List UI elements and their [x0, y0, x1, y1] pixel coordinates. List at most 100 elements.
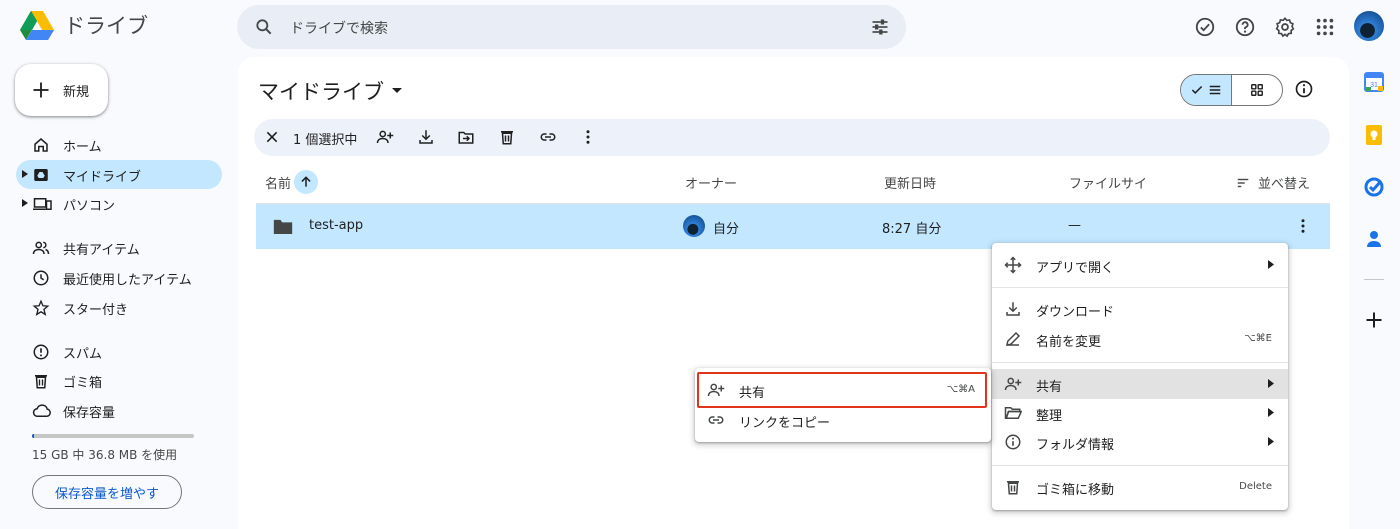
new-button[interactable]: 新規	[15, 64, 108, 116]
modified-date: 8:27 自分	[882, 222, 942, 237]
share-person-icon	[707, 381, 725, 399]
grid-view-button[interactable]	[1232, 75, 1283, 105]
page-title-text: マイドライブ	[258, 80, 384, 104]
menu-item-label: フォルダ情報	[1036, 438, 1115, 453]
sidebar-item-recent[interactable]: 最近使用したアイテム	[16, 263, 222, 292]
offline-check-icon[interactable]	[1194, 16, 1216, 38]
sidebar-item-shared[interactable]: 共有アイテム	[16, 233, 222, 262]
sidebar-item-starred[interactable]: スター付き	[16, 293, 222, 322]
cloud-icon	[32, 402, 52, 420]
menu-item-download[interactable]: ダウンロード	[992, 294, 1288, 324]
trash-icon	[1004, 478, 1022, 496]
menu-item-label: 整理	[1036, 409, 1063, 424]
menu-item-move-to-trash[interactable]: ゴミ箱に移動 Delete	[992, 472, 1288, 502]
link-icon[interactable]	[539, 128, 557, 146]
drive-logo-icon	[20, 10, 54, 40]
submenu-arrow-icon	[1268, 260, 1274, 269]
menu-item-share[interactable]: 共有	[992, 369, 1288, 399]
tune-icon[interactable]	[870, 17, 890, 37]
sidebar-item-label: スパム	[63, 347, 103, 362]
info-icon	[1004, 433, 1022, 451]
sidebar-item-trash[interactable]: ゴミ箱	[16, 366, 222, 395]
view-toggle	[1180, 74, 1283, 106]
calendar-icon[interactable]: 31	[1364, 72, 1384, 92]
menu-item-label: ダウンロード	[1036, 305, 1115, 320]
sidebar-item-storage[interactable]: 保存容量	[16, 396, 222, 425]
menu-item-shortcut: ⌥⌘E	[1244, 333, 1272, 344]
apps-grid-icon[interactable]	[1314, 16, 1336, 38]
trash-icon[interactable]	[498, 128, 516, 146]
sort-options-button[interactable]: 並べ替え	[1236, 173, 1310, 192]
sidebar-item-label: ホーム	[63, 140, 102, 155]
download-icon[interactable]	[417, 128, 435, 146]
menu-item-shortcut: ⌥⌘A	[946, 384, 975, 395]
trash-icon	[32, 372, 50, 390]
submenu-arrow-icon	[1268, 379, 1274, 388]
sidebar-item-label: マイドライブ	[63, 170, 142, 185]
home-icon	[32, 136, 50, 154]
folder-icon	[273, 218, 293, 235]
sort-arrow-up-icon[interactable]	[294, 170, 318, 194]
close-icon[interactable]	[264, 129, 280, 145]
contacts-icon[interactable]	[1364, 229, 1384, 249]
app-title: ドライブ	[64, 14, 148, 38]
context-menu: アプリで開く ダウンロード 名前を変更 ⌥⌘E 共有 整理 フォルダ情報 ゴミ箱…	[992, 243, 1288, 510]
keep-icon[interactable]	[1364, 125, 1384, 145]
tasks-icon[interactable]	[1364, 177, 1384, 197]
sidebar-item-computers[interactable]: パソコン	[16, 189, 222, 218]
menu-item-organize[interactable]: 整理	[992, 398, 1288, 428]
menu-item-open-with[interactable]: アプリで開く	[992, 250, 1288, 280]
get-more-storage-button[interactable]: 保存容量を増やす	[32, 475, 182, 509]
sort-lines-icon	[1236, 176, 1250, 190]
sidebar-item-my-drive[interactable]: マイドライブ	[16, 160, 222, 189]
search-bar[interactable]: ドライブで検索	[237, 5, 906, 49]
column-header-owner[interactable]: オーナー	[685, 173, 737, 192]
gear-icon[interactable]	[1274, 16, 1296, 38]
new-button-label: 新規	[63, 84, 90, 100]
share-person-icon[interactable]	[376, 128, 394, 146]
account-avatar[interactable]	[1354, 11, 1384, 41]
star-icon	[32, 299, 50, 317]
rail-divider	[1364, 279, 1384, 280]
check-icon	[1190, 83, 1204, 97]
move-to-folder-icon[interactable]	[457, 128, 475, 146]
share-person-icon	[1004, 375, 1022, 393]
pencil-icon	[1004, 330, 1022, 348]
expand-caret-icon[interactable]	[22, 170, 28, 178]
menu-item-label: 共有	[739, 386, 766, 401]
menu-item-rename[interactable]: 名前を変更 ⌥⌘E	[992, 324, 1288, 354]
column-header-modified[interactable]: 更新日時	[884, 173, 936, 192]
submenu-item-share[interactable]: 共有 ⌥⌘A	[695, 375, 991, 405]
list-view-button[interactable]	[1181, 75, 1232, 105]
people-icon	[32, 239, 50, 257]
selection-count: 1 個選択中	[293, 133, 358, 148]
more-vert-icon[interactable]	[579, 128, 597, 146]
file-size: —	[1068, 218, 1081, 233]
file-name: test-app	[309, 218, 364, 233]
svg-text:31: 31	[1370, 82, 1378, 89]
menu-divider	[992, 362, 1288, 363]
expand-caret-icon[interactable]	[22, 199, 28, 207]
menu-item-label: リンクをコピー	[739, 416, 831, 431]
dropdown-arrow-icon	[392, 88, 402, 94]
download-icon	[1004, 300, 1022, 318]
sidebar-item-spam[interactable]: スパム	[16, 337, 222, 366]
sidebar-item-home[interactable]: ホーム	[16, 130, 222, 159]
info-icon[interactable]	[1294, 79, 1314, 99]
more-vert-icon[interactable]	[1294, 217, 1312, 235]
menu-divider	[992, 287, 1288, 288]
column-header-name[interactable]: 名前	[265, 173, 291, 192]
search-icon[interactable]	[254, 17, 274, 37]
add-icon[interactable]	[1364, 310, 1384, 330]
sidebar-item-label: 共有アイテム	[63, 243, 140, 258]
column-header-size[interactable]: ファイルサイ	[1069, 173, 1147, 192]
search-input[interactable]: ドライブで検索	[290, 18, 388, 38]
menu-item-label: ゴミ箱に移動	[1036, 483, 1115, 498]
menu-item-folder-info[interactable]: フォルダ情報	[992, 427, 1288, 457]
drive-logo-area[interactable]: ドライブ	[20, 10, 148, 40]
submenu-item-copy-link[interactable]: リンクをコピー	[695, 405, 991, 435]
grid-icon	[1250, 83, 1264, 97]
page-title[interactable]: マイドライブ	[258, 76, 402, 106]
help-icon[interactable]	[1234, 16, 1256, 38]
storage-usage-text: 15 GB 中 36.8 MB を使用	[32, 448, 178, 462]
